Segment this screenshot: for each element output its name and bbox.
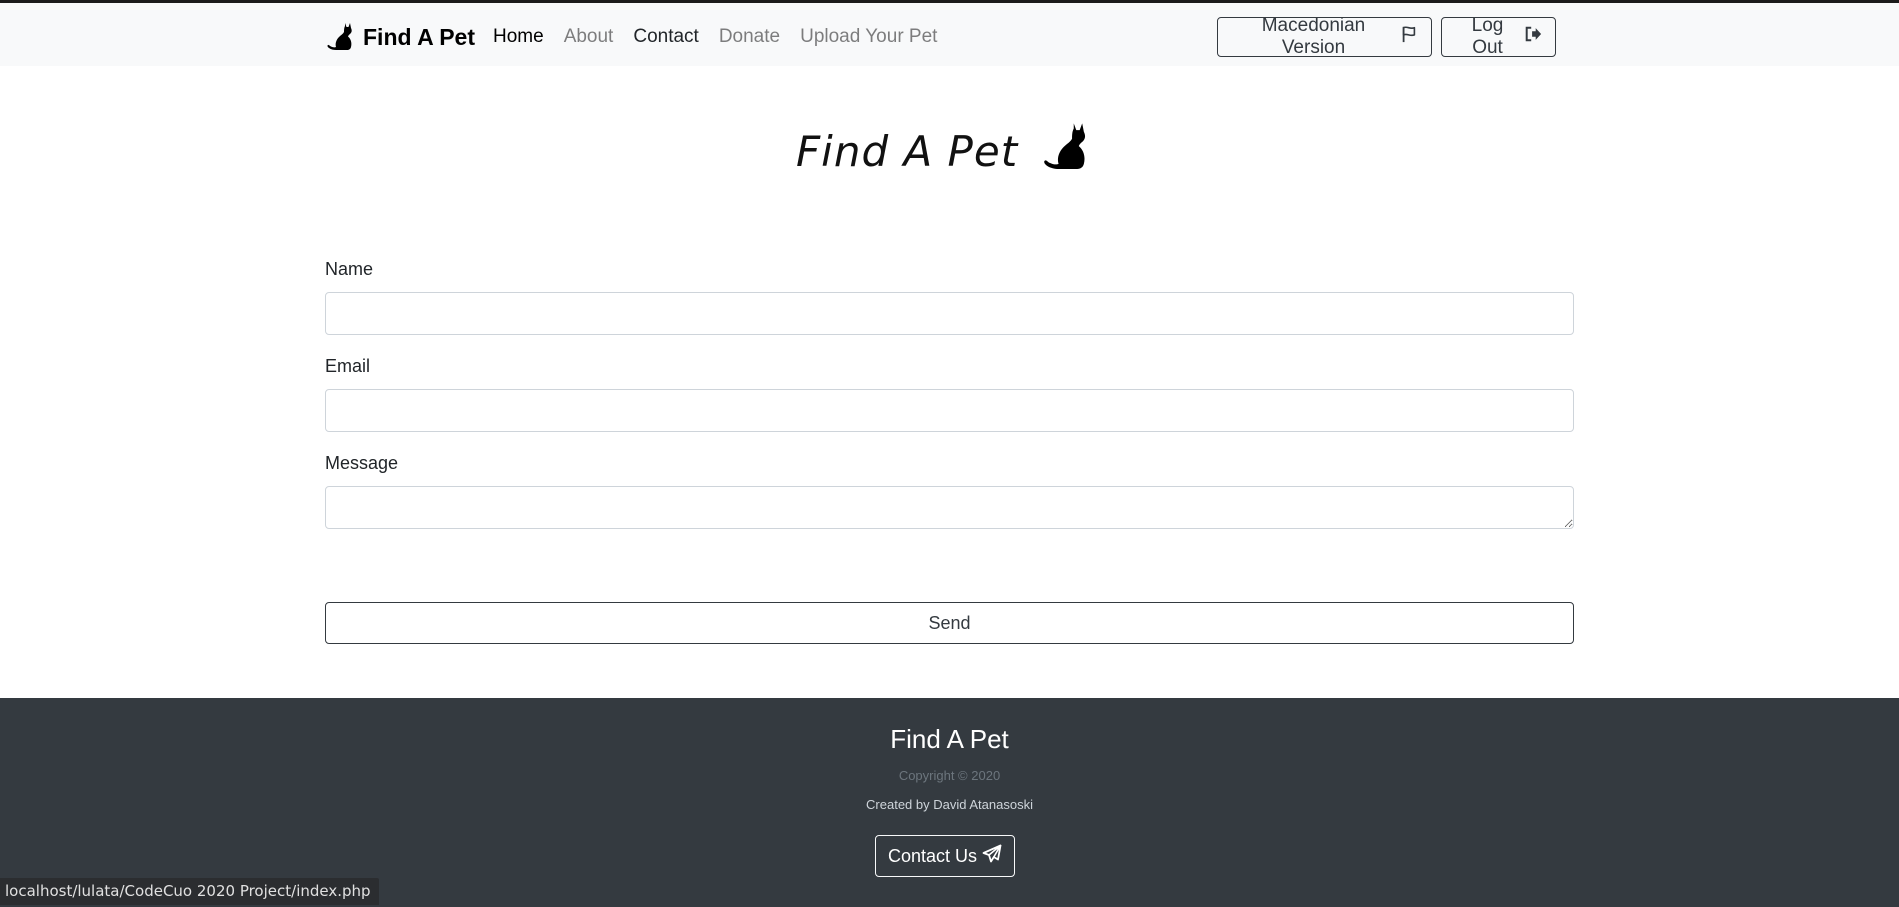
footer-title: Find A Pet <box>890 724 1009 754</box>
paper-plane-icon <box>982 844 1002 869</box>
nav-link-home[interactable]: Home <box>493 26 554 48</box>
name-input[interactable] <box>325 292 1574 335</box>
name-group: Name <box>325 255 1574 335</box>
macedonian-version-label: Macedonian Version <box>1261 15 1366 58</box>
email-input[interactable] <box>325 389 1574 432</box>
email-group: Email <box>325 352 1574 432</box>
cat-icon <box>325 21 357 53</box>
footer: Find A Pet Copyright © 2020 Created by D… <box>0 698 1899 907</box>
nav-link-about[interactable]: About <box>554 26 624 48</box>
brand-link[interactable]: Find A Pet <box>325 19 475 55</box>
browser-status-bar: localhost/lulata/CodeCuo 2020 Project/in… <box>0 878 379 905</box>
message-textarea[interactable] <box>325 486 1574 529</box>
hero-logo: Find A Pet <box>796 120 1094 180</box>
nav-link-donate[interactable]: Donate <box>709 26 790 48</box>
brand-name: Find A Pet <box>363 23 476 50</box>
hero-cat-icon <box>1040 119 1094 180</box>
status-url: localhost/lulata/CodeCuo 2020 Project/in… <box>5 882 371 900</box>
name-label: Name <box>325 259 374 279</box>
hero-title: Find A Pet <box>796 127 1019 176</box>
send-button[interactable]: Send <box>325 602 1574 644</box>
flag-icon <box>1400 25 1418 49</box>
macedonian-version-button[interactable]: Macedonian Version <box>1217 15 1432 58</box>
contact-us-label: Contact Us <box>887 845 978 866</box>
nav-links: Home About Contact Donate Upload Your Pe… <box>493 23 947 51</box>
sign-out-icon <box>1524 25 1542 49</box>
nav-link-upload-your-pet[interactable]: Upload Your Pet <box>790 26 947 48</box>
message-group: Message <box>325 449 1574 529</box>
message-label: Message <box>325 453 399 473</box>
navbar: Find A Pet Home About Contact Donate Upl… <box>0 3 1899 66</box>
email-label: Email <box>325 356 371 376</box>
log-out-button[interactable]: Log Out <box>1441 15 1556 58</box>
log-out-label: Log Out <box>1471 15 1504 58</box>
nav-link-contact[interactable]: Contact <box>623 26 708 48</box>
footer-created-by: Created by David Atanasoski <box>866 797 1033 812</box>
contact-us-button[interactable]: Contact Us <box>875 835 1015 877</box>
footer-copyright: Copyright © 2020 <box>898 768 1001 783</box>
